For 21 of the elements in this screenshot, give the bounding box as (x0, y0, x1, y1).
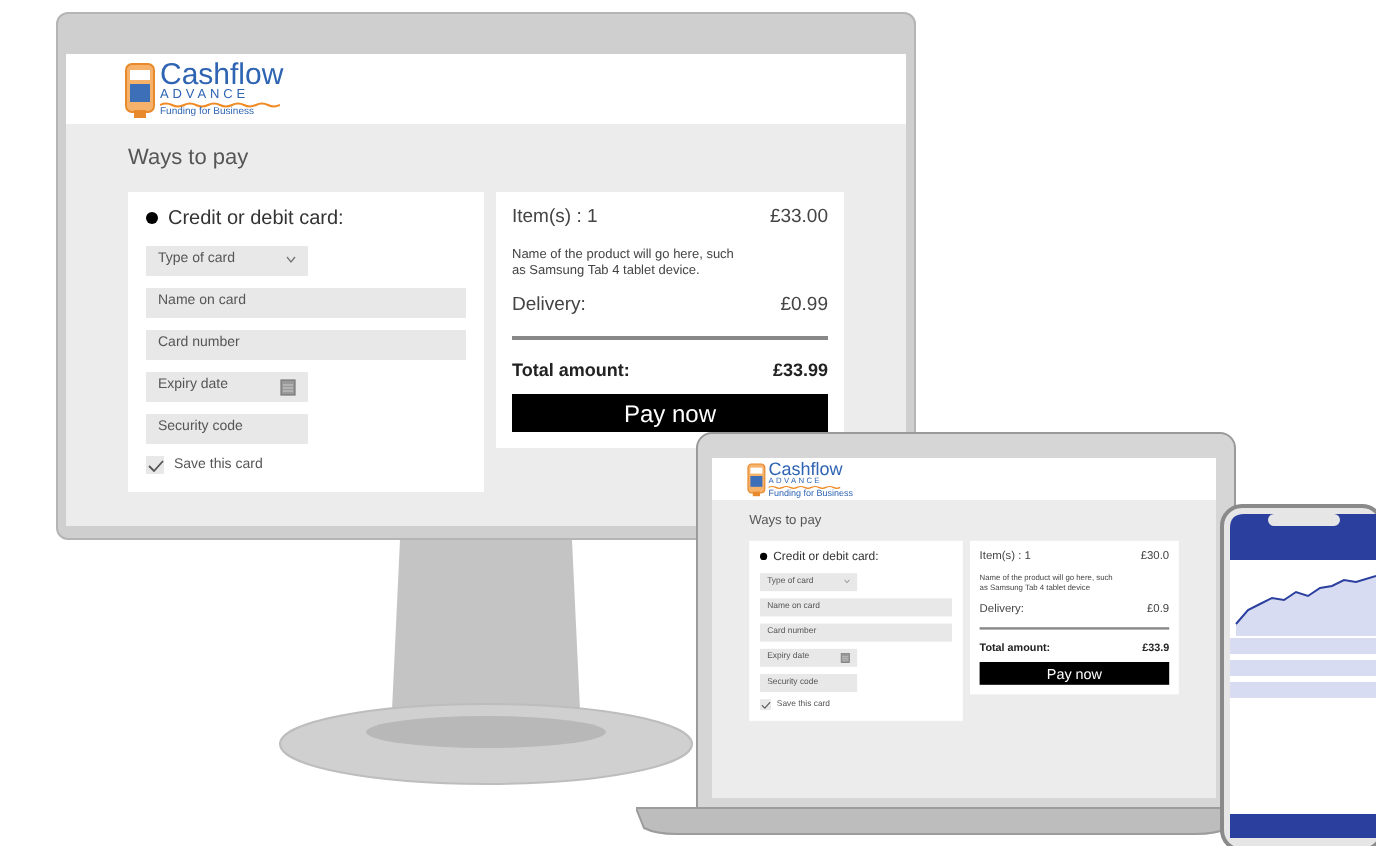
checkbox[interactable] (760, 699, 771, 711)
total-label: Total amount: (512, 357, 630, 384)
chevron-down-icon (286, 256, 296, 264)
radio-button[interactable] (760, 552, 768, 560)
total-price: £33.99 (772, 357, 828, 384)
checkmark-icon (147, 459, 163, 472)
items-price: £33.00 (769, 203, 828, 231)
page-heading: Ways to pay (128, 144, 251, 174)
radio-button[interactable] (146, 212, 158, 224)
option-label: Credit or debit card: (168, 205, 344, 233)
wave-icon (160, 102, 280, 109)
pay-now-button[interactable]: Pay now (512, 394, 828, 433)
logo-name: Cashflow (160, 59, 284, 90)
delivery-price: £0.99 (780, 291, 828, 320)
card-reader-icon (124, 61, 156, 117)
checkbox[interactable] (146, 456, 164, 475)
calendar-icon (840, 651, 850, 663)
delivery-label: Delivery: (512, 291, 586, 320)
calendar-icon (280, 377, 296, 395)
logo-name: Cashflow (768, 459, 845, 478)
items-label: Item(s) : 1 (512, 203, 598, 231)
